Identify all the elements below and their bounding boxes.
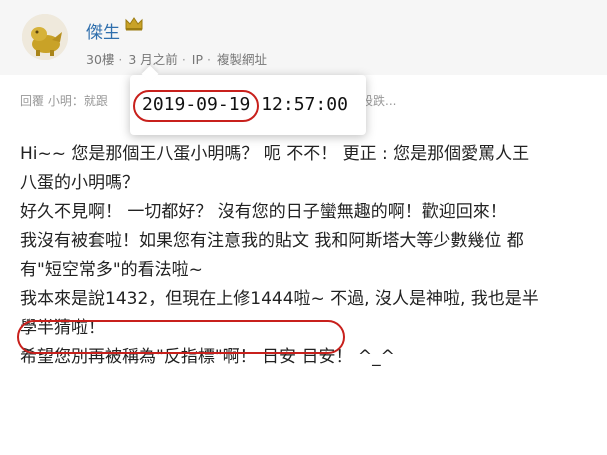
datetime-tooltip: 2019-09-19 12:57:00 [130,65,366,135]
price-highlight-circle [17,320,345,354]
content-line: 有"短空常多"的看法啦~ [20,260,203,280]
content-line: 八蛋的小明嗎？ [20,173,139,193]
crown-icon [125,17,143,31]
floor-number: 30樓 [86,52,115,67]
avatar-image [22,14,68,60]
ip-label: IP [191,52,204,67]
content-line: 好久不見啊！ 一切都好？ 沒有您的日子蠻無趣的啊！歡迎回來！ [20,202,507,222]
reply-prefix: 回覆 小明：就跟 [20,94,108,108]
username-link[interactable]: 傑生 [86,18,120,43]
content-line: Hi~~ 您是那個王八蛋小明嗎？ 呃 不不！ 更正 : 您是那個愛罵人王 [20,144,530,164]
post-time[interactable]: 3 月之前 [128,52,177,67]
date-highlight-circle [133,90,259,122]
content-line: 我沒有被套啦！如果您有注意我的貼文 我和阿斯塔大等少數幾位 都 [20,231,524,251]
copy-link-button[interactable]: 複製網址 [217,52,267,67]
post-meta: 30樓 · 3 月之前 · IP · 複製網址 [86,52,267,67]
reply-tail: 股跌... [361,94,397,108]
avatar[interactable] [22,14,68,60]
content-line: 我本來是說1432，但現在上修1444啦~ 不過, 沒人是神啦, 我也是半 [20,289,539,309]
